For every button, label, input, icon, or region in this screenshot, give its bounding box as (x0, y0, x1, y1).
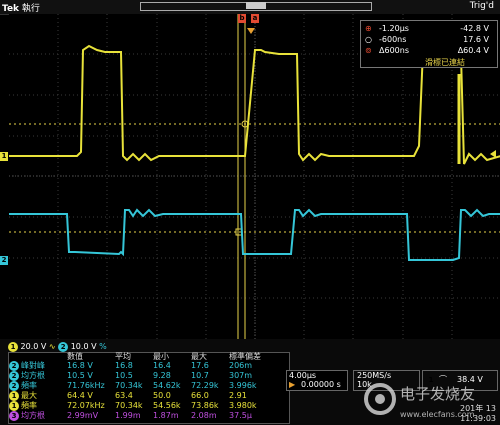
row-std: 2.91 (229, 391, 247, 400)
row-ch-badge: 3 (9, 411, 19, 421)
row-name: 均方根 (21, 411, 45, 420)
delay-icon: ▶ (289, 380, 296, 389)
header-name (21, 353, 67, 361)
table-row: 2 均方根 10.5 V 10.5 9.28 10.7 307m (9, 371, 277, 381)
readout-row-b: ○ -600ns 17.6 V (365, 35, 495, 45)
table-row: 1 最大 64.4 V 63.4 50.0 66.0 2.91 (9, 391, 277, 401)
cursor-a-tag[interactable]: b (238, 14, 246, 23)
measurement-header-row: 數值 平均 最小 最大 標準偏差 (9, 353, 277, 361)
row-name: 頻率 (21, 381, 37, 390)
cursor-b-tag[interactable]: a (251, 14, 259, 23)
row-name: 均方根 (21, 371, 45, 380)
row-max: 10.7 (191, 371, 209, 380)
row-name: 最大 (21, 391, 37, 400)
row-min: 50.0 (153, 391, 171, 400)
row-std: 206m (229, 361, 253, 370)
row-ch-badge: 1 (9, 401, 19, 411)
readout-row-a: ⊕ -1.20μs -42.8 V (365, 24, 495, 34)
row-mean: 10.5 (115, 371, 133, 380)
row-ch-badge: 2 (9, 361, 19, 371)
row-value: 10.5 V (67, 371, 93, 380)
row-min: 1.87m (153, 411, 179, 420)
header-max: 最大 (191, 352, 207, 361)
header-value: 數值 (67, 352, 83, 361)
table-row: 2 頻率 71.76kHz 70.34k 54.62k 72.29k 3.996… (9, 381, 277, 391)
row-value: 64.4 V (67, 391, 93, 400)
brand-logo: Tek (2, 4, 20, 14)
row-min: 9.28 (153, 371, 171, 380)
row-name: 峰對峰 (21, 361, 45, 370)
row-max: 72.29k (191, 381, 219, 390)
cursor-b-icon: ○ (365, 35, 372, 44)
header-ch (9, 353, 21, 361)
row-ch-badge: 2 (9, 381, 19, 391)
table-row: 1 頻率 72.07kHz 70.34k 54.56k 73.86k 3.980… (9, 401, 277, 411)
cursor-readout: ⊕ -1.20μs -42.8 V ○ -600ns 17.6 V ⊚ Δ600… (360, 20, 498, 68)
row-value: 16.8 V (67, 361, 93, 370)
ch2-extra: % (99, 342, 107, 351)
row-min: 54.56k (153, 401, 181, 410)
row-mean: 70.34k (115, 401, 143, 410)
row-ch-badge: 1 (9, 391, 19, 401)
row-value: 72.07kHz (67, 401, 105, 410)
record-window-indicator[interactable] (246, 2, 266, 9)
ch2-badge[interactable]: 2 (58, 342, 69, 352)
row-std: 307m (229, 371, 253, 380)
cursor-delta-value: Δ60.4 V (457, 46, 489, 55)
row-value: 71.76kHz (67, 381, 105, 390)
cursor-delta-icon: ⊚ (365, 46, 372, 55)
ch1-ground-marker[interactable]: 1 (0, 152, 8, 161)
row-ch-badge: 2 (9, 371, 19, 381)
row-std: 37.5μ (229, 411, 252, 420)
row-std: 3.980k (229, 401, 257, 410)
cursor-a-value: -42.8 V (460, 24, 489, 33)
ch2-scale[interactable]: 10.0 V (71, 342, 97, 351)
row-max: 73.86k (191, 401, 219, 410)
run-state[interactable]: 執行 (22, 4, 40, 14)
row-max: 66.0 (191, 391, 209, 400)
row-min: 54.62k (153, 381, 181, 390)
trigger-level-marker[interactable] (490, 150, 496, 158)
timebase-box[interactable]: 4.00μs ▶ 0.00000 s (286, 370, 348, 391)
ch2-ground-marker[interactable]: 2 (0, 256, 8, 265)
table-row: 3 均方根 2.99mV 1.99m 1.87m 2.08m 37.5μ (9, 411, 277, 421)
row-std: 3.996k (229, 381, 257, 390)
cursor-a-icon: ⊕ (365, 24, 372, 33)
row-mean: 63.4 (115, 391, 133, 400)
row-value: 2.99mV (67, 411, 99, 420)
clock: 201年 13 11:39:03 (430, 403, 496, 423)
timebase-scale[interactable]: 4.00μs (289, 371, 316, 380)
clock-time: 11:39:03 (460, 414, 496, 423)
row-max: 17.6 (191, 361, 209, 370)
header-min: 最小 (153, 352, 169, 361)
ch1-scale[interactable]: 20.0 V (21, 342, 47, 351)
ch1-coupling-icon: ∿ (48, 342, 56, 351)
row-mean: 70.34k (115, 381, 143, 390)
brand-label: Tek 執行 (2, 1, 40, 14)
timebase-delay[interactable]: 0.00000 s (301, 380, 341, 389)
row-min: 16.4 (153, 361, 171, 370)
trigger-status: Trig'd (469, 1, 494, 11)
cursor-b-value: 17.6 V (463, 35, 489, 44)
header-std: 標準偏差 (229, 352, 261, 361)
row-mean: 1.99m (115, 411, 141, 420)
ch1-badge[interactable]: 1 (8, 342, 18, 352)
readout-row-delta: ⊚ Δ600ns Δ60.4 V (365, 46, 495, 56)
row-max: 2.08m (191, 411, 217, 420)
cursor-delta-time: Δ600ns (379, 46, 409, 55)
trigger-position-marker[interactable] (247, 28, 255, 34)
table-row: 2 峰對峰 16.8 V 16.8 16.4 17.6 206m (9, 361, 277, 371)
row-name: 頻率 (21, 401, 37, 410)
cursor-a-time: -1.20μs (379, 24, 409, 33)
clock-date: 201年 13 (460, 404, 496, 413)
cursor-b-time: -600ns (379, 35, 407, 44)
header-mean: 平均 (115, 352, 131, 361)
row-mean: 16.8 (115, 361, 133, 370)
svg-text:电子发烧友: 电子发烧友 (400, 385, 475, 403)
cursor-link-status: 滑標已連結 (425, 58, 465, 67)
measurement-table: 數值 平均 最小 最大 標準偏差 2 峰對峰 16.8 V 16.8 16.4 … (8, 352, 290, 424)
